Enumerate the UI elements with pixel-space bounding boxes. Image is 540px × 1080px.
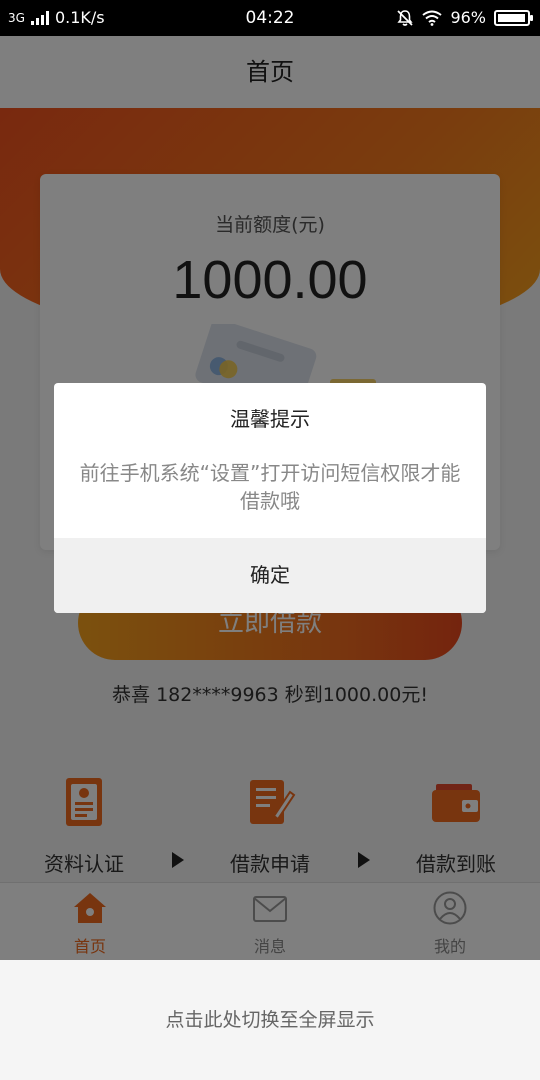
- dialog-title: 温馨提示: [230, 407, 310, 431]
- status-right: 96%: [396, 8, 533, 27]
- permission-dialog: 温馨提示 前往手机系统“设置”打开访问短信权限才能借款哦 确定: [54, 383, 486, 613]
- battery-percent: 96%: [450, 8, 486, 27]
- battery-icon: [494, 9, 533, 26]
- wifi-icon: [422, 10, 443, 26]
- dialog-message: 前往手机系统“设置”打开访问短信权限才能借款哦: [79, 461, 461, 513]
- mute-bell-icon: [397, 9, 414, 26]
- status-bar: 3G 0.1K/s 04:22 96%: [0, 0, 540, 36]
- fullscreen-toggle[interactable]: 点击此处切换至全屏显示: [0, 960, 540, 1080]
- confirm-button[interactable]: 确定: [54, 538, 486, 613]
